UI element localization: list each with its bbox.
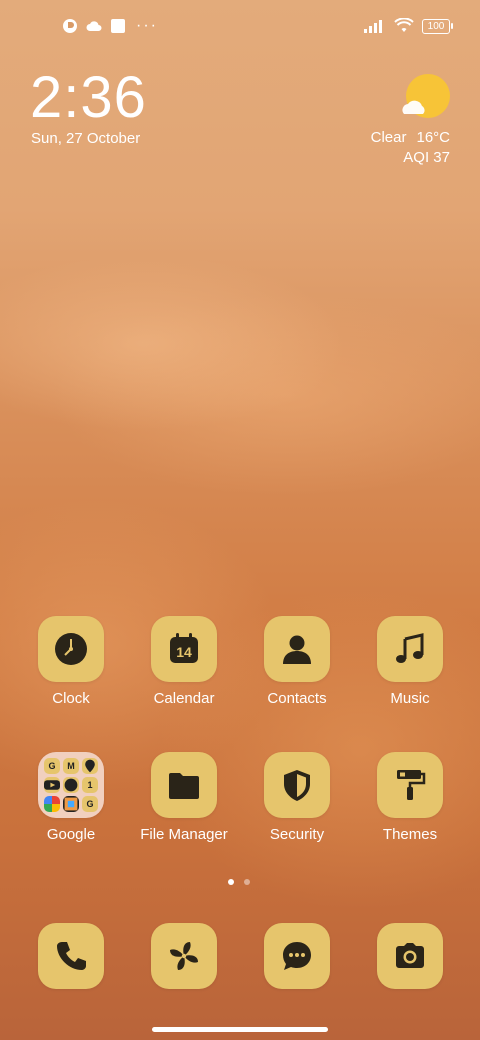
page-indicator[interactable]: [228, 879, 250, 885]
app-label: Google: [46, 826, 96, 843]
dock-messages[interactable]: [242, 923, 352, 989]
clock-app-icon[interactable]: [38, 616, 104, 682]
weather-sun-cloud-icon[interactable]: [400, 74, 452, 122]
app-label: Calendar: [153, 690, 215, 707]
status-right-icons: 100: [364, 18, 453, 34]
calendar-app-icon[interactable]: 14: [151, 616, 217, 682]
clock-icon: [55, 633, 87, 665]
music-app-icon[interactable]: [377, 616, 443, 682]
mini-maps-icon: [82, 758, 98, 774]
phone-app-icon[interactable]: [38, 923, 104, 989]
google-folder-icon[interactable]: G M 1 G: [38, 752, 104, 818]
dock-camera[interactable]: [355, 923, 465, 989]
clock-date[interactable]: Sun, 27 October: [31, 130, 140, 147]
dock-phone[interactable]: [16, 923, 126, 989]
page-dot-1[interactable]: [228, 879, 234, 885]
weather-condition-text: Clear: [370, 129, 407, 146]
camera-app-icon[interactable]: [377, 923, 443, 989]
wifi-icon: [394, 18, 414, 32]
mini-google-icon-2: G: [82, 796, 98, 812]
app-label: File Manager: [140, 826, 228, 843]
security-app-icon[interactable]: [264, 752, 330, 818]
mini-one-icon: 1: [82, 777, 98, 793]
app-calendar[interactable]: 14 Calendar: [129, 616, 239, 707]
contact-icon: [283, 635, 311, 664]
folder-file-icon: [169, 773, 199, 799]
app-label: Music: [390, 690, 430, 707]
app-contacts[interactable]: Contacts: [242, 616, 352, 707]
mini-youtube-icon: [44, 777, 60, 793]
calendar-icon: 14: [170, 633, 198, 663]
mini-photos-icon: [44, 796, 60, 812]
camera-icon: [396, 943, 424, 968]
calendar-badge: 14: [176, 644, 192, 660]
app-file-manager[interactable]: File Manager: [129, 752, 239, 843]
page-dot-2[interactable]: [244, 879, 250, 885]
app-clock[interactable]: Clock: [16, 616, 126, 707]
app-label: Contacts: [267, 690, 327, 707]
app-security[interactable]: Security: [242, 752, 352, 843]
clock-time[interactable]: 2:36: [30, 66, 147, 130]
file-manager-app-icon[interactable]: [151, 752, 217, 818]
home-gesture-bar[interactable]: [152, 1027, 328, 1032]
app-label: Themes: [382, 826, 438, 843]
app-google-folder[interactable]: G M 1 G Google: [16, 752, 126, 843]
pinwheel-app-icon[interactable]: [151, 923, 217, 989]
weather-condition[interactable]: Clear 16°C: [361, 129, 450, 146]
app-label: Security: [269, 826, 325, 843]
messages-app-icon[interactable]: [264, 923, 330, 989]
dock-pinwheel[interactable]: [129, 923, 239, 989]
app-music[interactable]: Music: [355, 616, 465, 707]
phone-icon: [57, 942, 86, 970]
status-overflow: ···: [136, 17, 158, 34]
pinwheel-icon: [170, 942, 198, 970]
cloud-icon: [86, 21, 102, 31]
app-notification-icon: [63, 19, 77, 33]
weather-aqi[interactable]: AQI 37: [403, 149, 450, 166]
weather-temperature: 16°C: [416, 129, 450, 146]
status-bar: ··· 100: [0, 0, 480, 56]
battery-icon: 100: [422, 18, 453, 34]
mini-tv-icon: [63, 796, 79, 812]
app-label: Clock: [52, 690, 90, 707]
music-note-icon: [396, 633, 424, 663]
contacts-app-icon[interactable]: [264, 616, 330, 682]
square-icon: [111, 19, 125, 33]
shield-icon: [284, 770, 310, 801]
paint-roller-icon: [397, 770, 426, 800]
app-themes[interactable]: Themes: [355, 752, 465, 843]
status-left-icons: [62, 18, 126, 34]
signal-icon: [364, 20, 382, 33]
message-icon: [283, 942, 311, 970]
themes-app-icon[interactable]: [377, 752, 443, 818]
